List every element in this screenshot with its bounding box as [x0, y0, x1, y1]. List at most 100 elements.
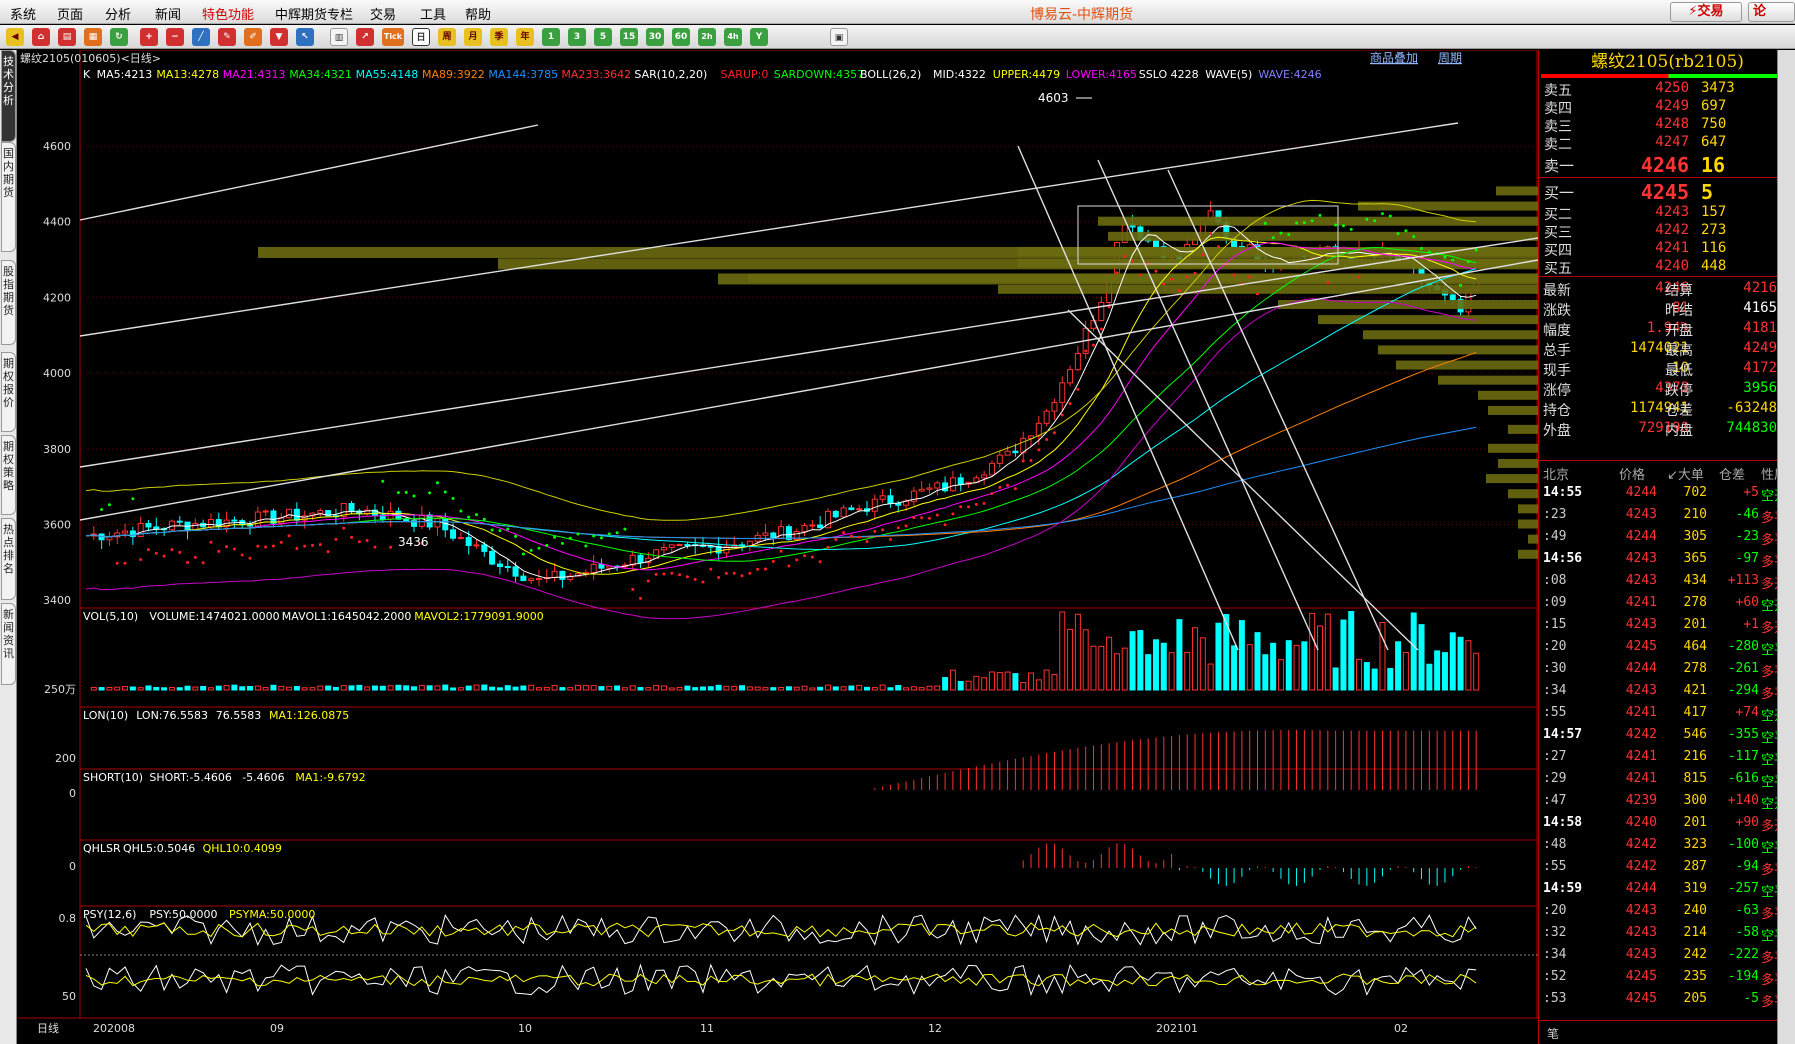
sar-dot: [943, 523, 947, 527]
period-60m-button[interactable]: 60: [672, 28, 690, 46]
period-month-button[interactable]: 月: [464, 28, 482, 46]
calendar-icon[interactable]: ▣: [830, 28, 848, 46]
tick-oi-change: -46: [1735, 507, 1759, 522]
tick-row[interactable]: :34 4243 242 -222 多平: [1539, 944, 1795, 966]
tab-hot-ranking[interactable]: 热点排名: [1, 518, 16, 600]
tick-row[interactable]: :09 4241 278 +60 空开: [1539, 592, 1795, 614]
tab-domestic-futures[interactable]: 国内期货: [1, 142, 16, 252]
tick-row[interactable]: :55 4241 417 +74 空开: [1539, 702, 1795, 724]
indicator-label: LON(10): [83, 709, 128, 722]
ask-row[interactable]: 卖一 4246 16: [1539, 153, 1779, 177]
tick-row[interactable]: :55 4242 287 -94 多平: [1539, 856, 1795, 878]
cursor-icon[interactable]: ↖: [296, 28, 314, 46]
indicator-label: MA1:126.0875: [269, 709, 349, 722]
bid-row[interactable]: 买三 4242 273: [1539, 220, 1779, 241]
refresh-icon[interactable]: ↻: [110, 28, 128, 46]
tick-row[interactable]: :47 4239 300 +140 空开: [1539, 790, 1795, 812]
kline-chart-svg[interactable]: 螺纹2105(010605)<日线> 商品叠加 周期 4603 3436 K MA…: [18, 50, 1538, 1044]
tab-technical-analysis[interactable]: 技术分析: [1, 50, 16, 142]
ask-row[interactable]: 卖三 4248 750: [1539, 114, 1779, 135]
menu-item-page[interactable]: 页面: [57, 4, 83, 23]
tick-row[interactable]: :53 4245 205 -5 多平: [1539, 988, 1795, 1010]
menu-item-special[interactable]: 特色功能: [202, 4, 254, 23]
tick-row[interactable]: :30 4244 278 -261 多平: [1539, 658, 1795, 680]
pen-icon[interactable]: ✎: [218, 28, 236, 46]
bid-row[interactable]: 买五 4240 448: [1539, 256, 1779, 277]
period-year-button[interactable]: 年: [516, 28, 534, 46]
kline-icon[interactable]: ↗: [356, 28, 374, 46]
tick-row[interactable]: :08 4243 434 +113 多开: [1539, 570, 1795, 592]
brush-icon[interactable]: ✐: [244, 28, 262, 46]
period-4h-button[interactable]: 4h: [724, 28, 742, 46]
zoom-in-icon[interactable]: +: [140, 28, 158, 46]
trade-button[interactable]: ⚡交易: [1670, 2, 1742, 22]
tab-option-strategy[interactable]: 期权策略: [1, 435, 16, 515]
bid-row[interactable]: 买一 4245 5: [1539, 180, 1779, 204]
tick-row[interactable]: 14:58 4240 201 +90 多开: [1539, 812, 1795, 834]
volume-profile-bar: [1528, 534, 1538, 544]
bid-row[interactable]: 买四 4241 116: [1539, 238, 1779, 259]
layout-icon[interactable]: ▦: [84, 28, 102, 46]
tick-row[interactable]: :15 4243 201 +1 多开: [1539, 614, 1795, 636]
period-quarter-button[interactable]: 季: [490, 28, 508, 46]
period-15m-button[interactable]: 15: [620, 28, 638, 46]
tick-row[interactable]: :27 4241 216 -117 空平: [1539, 746, 1795, 768]
tick-button[interactable]: Tick: [382, 28, 404, 46]
quote-footer: 笔: [1539, 1020, 1795, 1044]
period-1m-button[interactable]: 1: [542, 28, 560, 46]
vertical-scrollbar[interactable]: [1777, 50, 1795, 1044]
tick-row[interactable]: :20 4243 240 -63 多平: [1539, 900, 1795, 922]
bid-row[interactable]: 买二 4243 157: [1539, 202, 1779, 223]
period-day-button[interactable]: 日: [412, 28, 430, 46]
sar-dot: [318, 543, 322, 547]
tick-row[interactable]: :32 4243 214 -58 空平: [1539, 922, 1795, 944]
period-week-button[interactable]: 周: [438, 28, 456, 46]
kline-chart-area[interactable]: 螺纹2105(010605)<日线> 商品叠加 周期 4603 3436 K MA…: [18, 50, 1538, 1044]
period-30m-button[interactable]: 30: [646, 28, 664, 46]
menu-item-analysis[interactable]: 分析: [105, 4, 131, 23]
line-tool-icon[interactable]: ╱: [192, 28, 210, 46]
table-icon[interactable]: ▥: [330, 28, 348, 46]
tick-row[interactable]: :23 4243 210 -46 多平: [1539, 504, 1795, 526]
menu-item-trade[interactable]: 交易: [370, 4, 396, 23]
funnel-icon[interactable]: ▼: [270, 28, 288, 46]
menu-item-help[interactable]: 帮助: [465, 4, 491, 23]
tick-row[interactable]: :20 4245 464 -280 空平: [1539, 636, 1795, 658]
tick-row[interactable]: :52 4245 235 -194 多平: [1539, 966, 1795, 988]
ask-row[interactable]: 卖四 4249 697: [1539, 96, 1779, 117]
tick-row[interactable]: 14:57 4242 546 -355 空平: [1539, 724, 1795, 746]
book-icon[interactable]: ▤: [58, 28, 76, 46]
menu-item-zhonghui[interactable]: 中辉期货专栏: [275, 4, 353, 23]
sar-dot: [662, 572, 666, 576]
ask-row[interactable]: 卖五 4250 3473: [1539, 78, 1779, 99]
menu-item-tools[interactable]: 工具: [420, 4, 446, 23]
tick-row[interactable]: :34 4243 421 -294 多平: [1539, 680, 1795, 702]
tab-option-quotes[interactable]: 期权报价: [1, 352, 16, 432]
period-5m-button[interactable]: 5: [594, 28, 612, 46]
quote-panel: 螺纹2105(rb2105) 卖五 4250 3473 卖四 4249 697 卖三 4248…: [1538, 50, 1795, 1044]
ask-row[interactable]: 卖二 4247 647: [1539, 132, 1779, 153]
commodity-overlay-link[interactable]: 商品叠加: [1370, 50, 1418, 65]
back-icon[interactable]: ◀: [6, 28, 24, 46]
tick-row[interactable]: 14:59 4244 319 -257 空平: [1539, 878, 1795, 900]
tick-row[interactable]: :48 4242 323 -100 空平: [1539, 834, 1795, 856]
period-custom-button[interactable]: Y: [750, 28, 768, 46]
tick-price: 4243: [1625, 617, 1657, 632]
period-3m-button[interactable]: 3: [568, 28, 586, 46]
home-icon[interactable]: ⌂: [32, 28, 50, 46]
tick-row[interactable]: 14:56 4243 365 -97 多平: [1539, 548, 1795, 570]
tick-row[interactable]: :29 4241 815 -616 空平: [1539, 768, 1795, 790]
period-link[interactable]: 周期: [1438, 51, 1462, 65]
indicator-label: SSLO 4228: [1139, 68, 1199, 81]
tab-index-futures[interactable]: 股指期货: [1, 260, 16, 345]
menu-item-news[interactable]: 新闻: [155, 4, 181, 23]
tick-row[interactable]: 14:55 4244 702 +5 空开: [1539, 482, 1795, 504]
volume-bar: [512, 686, 519, 691]
menu-item-system[interactable]: 系统: [10, 4, 36, 23]
forum-button[interactable]: 论: [1748, 2, 1795, 22]
period-2h-button[interactable]: 2h: [698, 28, 716, 46]
tick-row[interactable]: :49 4244 305 -23 多平: [1539, 526, 1795, 548]
tab-news[interactable]: 新闻资讯: [1, 603, 16, 685]
zoom-out-icon[interactable]: −: [166, 28, 184, 46]
sar-dot: [709, 567, 713, 571]
